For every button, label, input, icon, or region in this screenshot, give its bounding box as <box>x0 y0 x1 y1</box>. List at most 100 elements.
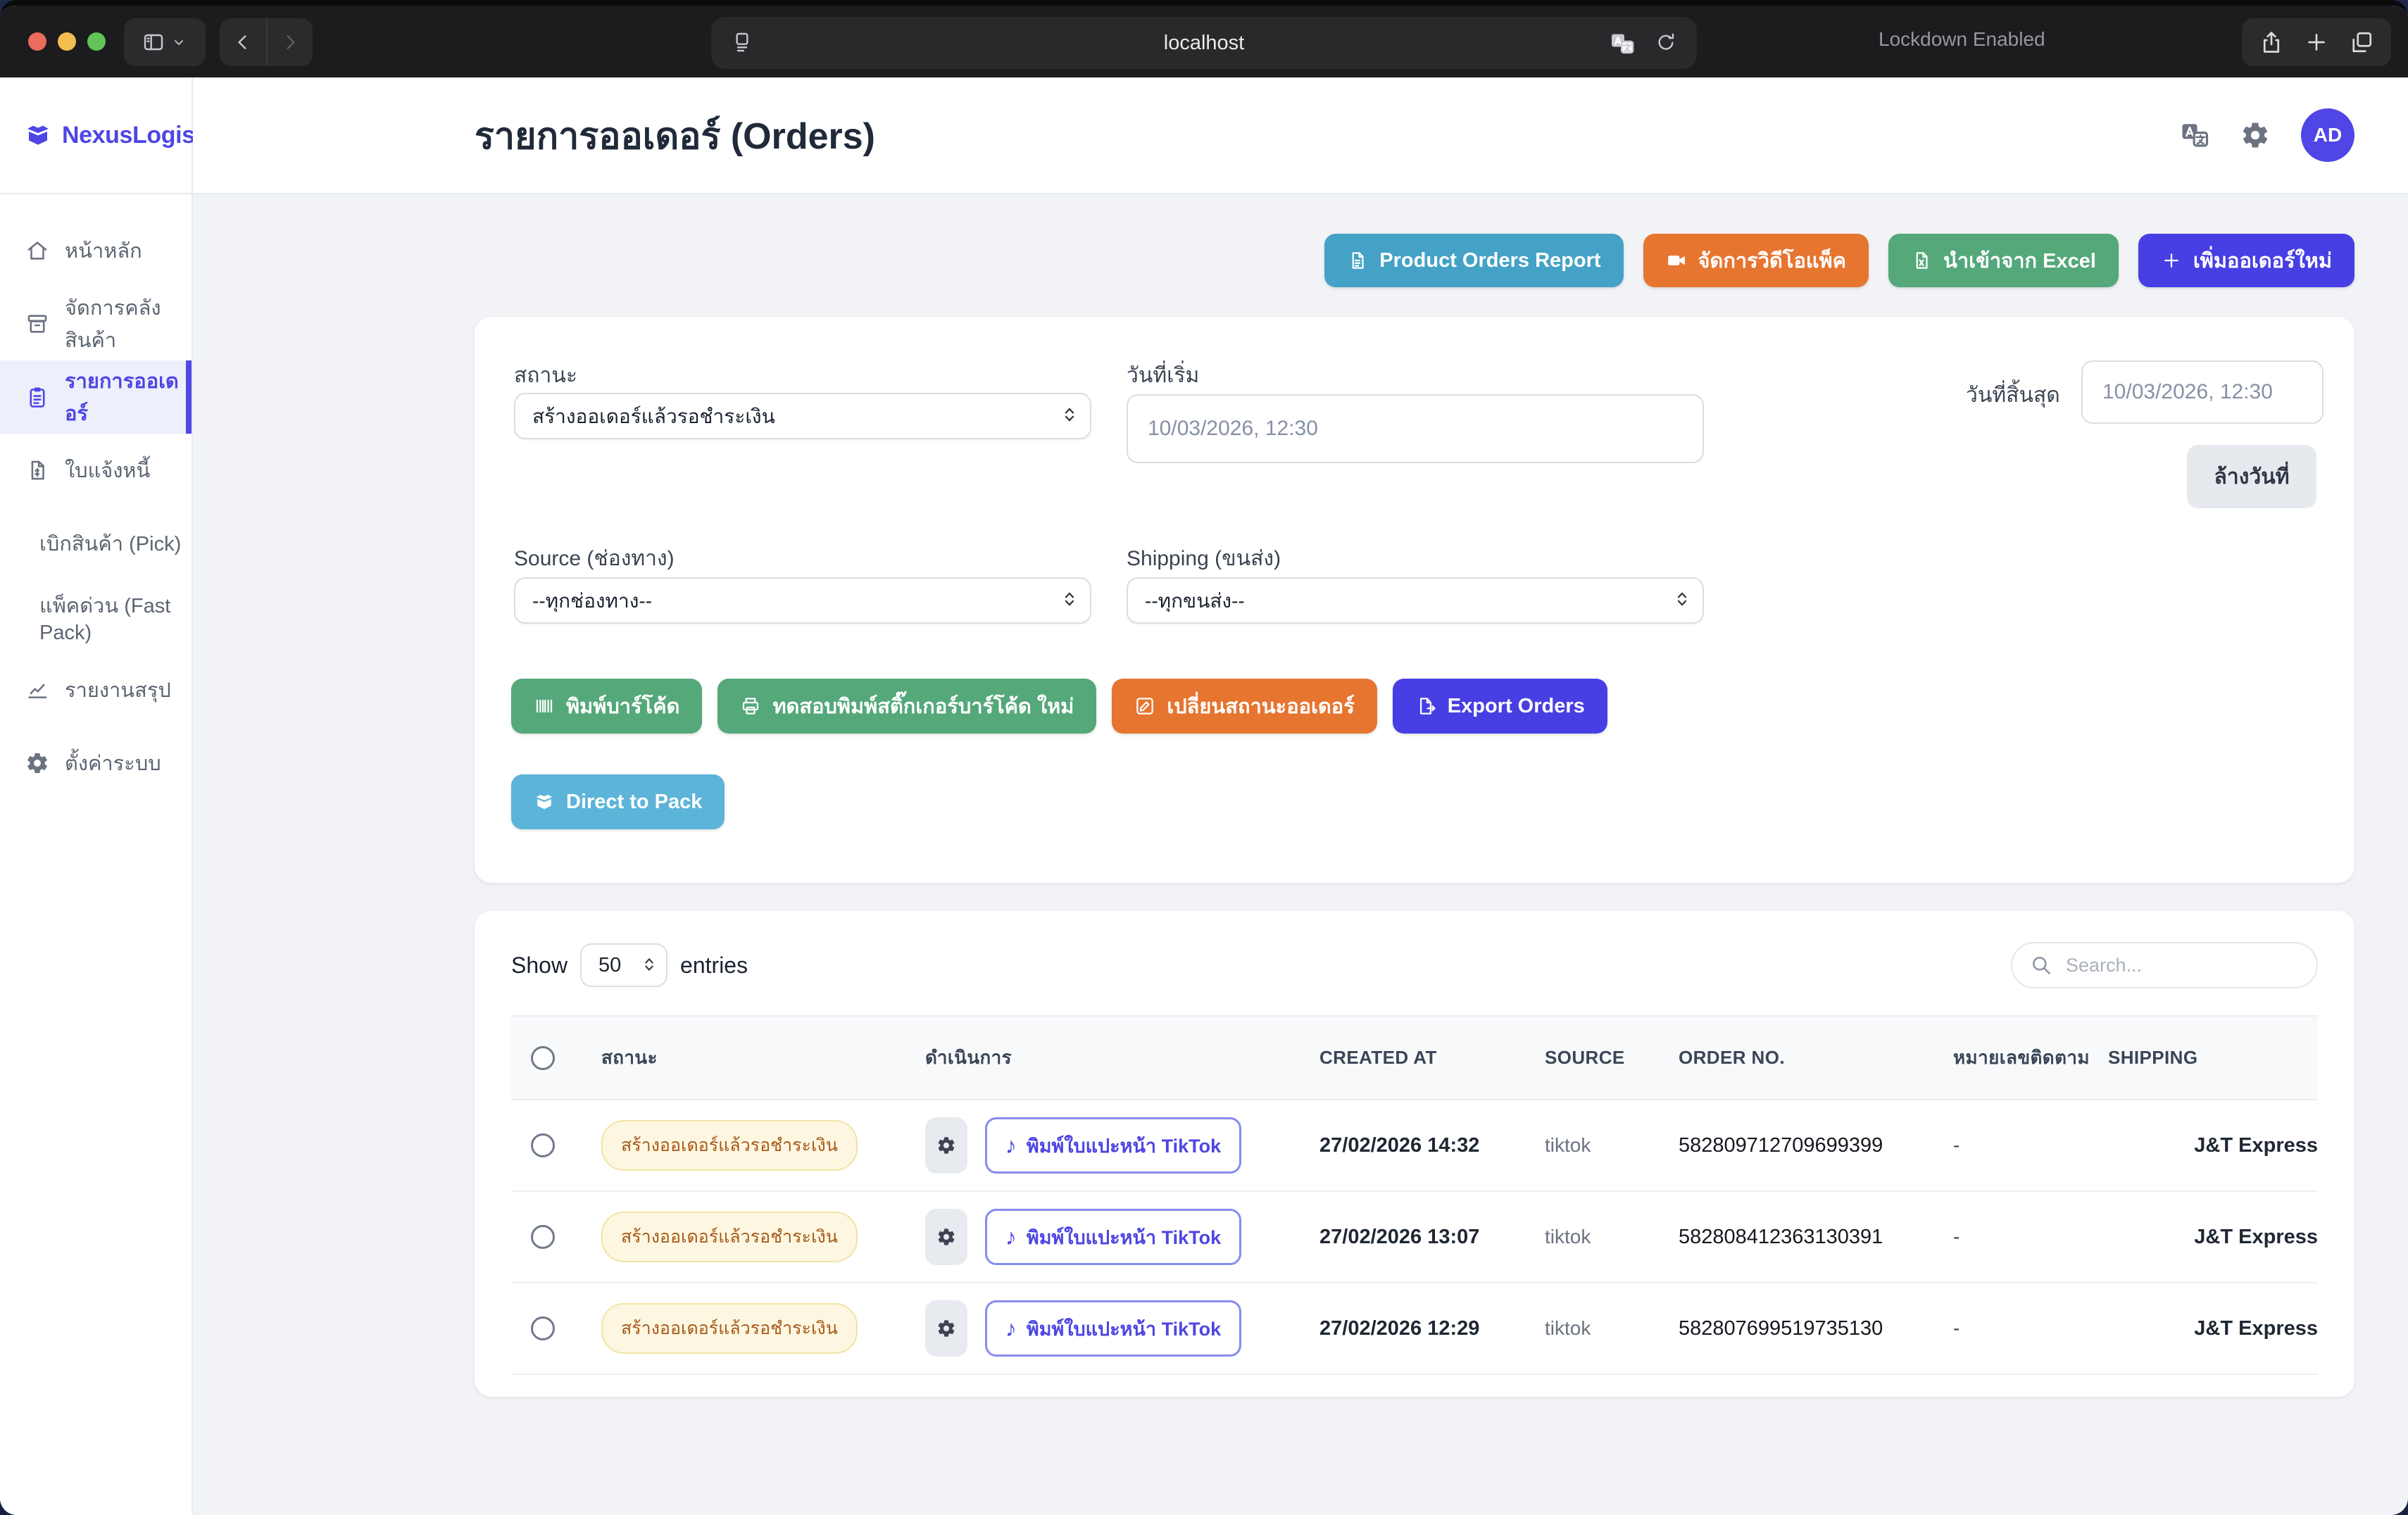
sidebar-item-invoices[interactable]: ใบแจ้งหนี้ <box>0 434 192 507</box>
import-excel-button[interactable]: นำเข้าจาก Excel <box>1888 234 2119 287</box>
gear-icon <box>936 1136 956 1155</box>
print-tiktok-label-button[interactable]: ♪ พิมพ์ใบแปะหน้า TikTok <box>985 1117 1241 1174</box>
forward-button[interactable] <box>266 18 313 66</box>
status-badge: สร้างออเดอร์แล้วรอชำระเงิน <box>601 1303 858 1354</box>
sidebar-item-reports[interactable]: รายงานสรุป <box>0 653 192 727</box>
status-filter-select[interactable]: สร้างออเดอร์แล้วรอชำระเงิน <box>514 393 1091 439</box>
sidebar-item-settings[interactable]: ตั้งค่าระบบ <box>0 727 192 800</box>
sidebar-item-orders[interactable]: รายการออเดอร์ <box>0 360 192 434</box>
excel-file-icon <box>1911 250 1932 271</box>
col-actions: ดำเนินการ <box>905 1016 1300 1100</box>
clear-dates-button[interactable]: ล้างวันที่ <box>2187 445 2316 508</box>
address-bar[interactable]: localhost <box>711 17 1697 69</box>
tracking-cell: - <box>1933 1100 2088 1191</box>
sidebar-toggle-button[interactable] <box>124 18 206 66</box>
page-title: รายการออเดอร์ (Orders) <box>475 106 2180 165</box>
tracking-cell: - <box>1933 1283 2088 1374</box>
chevron-down-icon <box>170 34 187 51</box>
shipping-cell: J&T Express <box>2088 1283 2318 1374</box>
source-cell: tiktok <box>1525 1283 1659 1374</box>
manage-video-pack-button[interactable]: จัดการวิดีโอแพ็ค <box>1643 234 1869 287</box>
sidebar-item-pick[interactable]: เบิกสินค้า (Pick) <box>0 507 192 580</box>
table-row: สร้างออเดอร์แล้วรอชำระเงิน ♪ พิมพ์ใบแปะห… <box>511 1100 2318 1191</box>
row-settings-button[interactable] <box>925 1209 967 1265</box>
source-filter-select[interactable]: --ทุกช่องทาง-- <box>514 577 1091 624</box>
edit-icon <box>1134 696 1155 717</box>
url-text: localhost <box>711 32 1697 55</box>
boxes-icon <box>25 312 49 336</box>
minimize-window-button[interactable] <box>58 32 76 51</box>
sidebar-item-label: แพ็คด่วน (Fast Pack) <box>39 589 192 645</box>
gear-icon <box>936 1319 956 1338</box>
order-no-cell: 582807699519735130 <box>1659 1283 1933 1374</box>
shipping-filter-label: Shipping (ขนส่ง) <box>1127 542 1281 575</box>
forward-icon <box>279 31 301 54</box>
new-tab-icon[interactable] <box>2304 30 2329 55</box>
end-date-input[interactable]: 10/03/2026, 12:30 <box>2081 360 2324 424</box>
row-settings-button[interactable] <box>925 1117 967 1174</box>
show-label: Show <box>511 953 567 979</box>
select-all-checkbox[interactable] <box>531 1046 555 1070</box>
barcode-icon <box>534 696 555 717</box>
page-size-select[interactable]: 50 <box>580 943 667 987</box>
test-print-sticker-button[interactable]: ทดสอบพิมพ์สติ๊กเกอร์บาร์โค้ด ใหม่ <box>717 679 1096 734</box>
avatar[interactable]: AD <box>2301 108 2354 162</box>
back-button[interactable] <box>220 18 266 66</box>
direct-to-pack-button[interactable]: Direct to Pack <box>511 774 725 829</box>
order-no-cell: 582808412363130391 <box>1659 1191 1933 1283</box>
sidebar-item-inventory[interactable]: จัดการคลังสินค้า <box>0 287 192 360</box>
start-date-input[interactable]: 10/03/2026, 12:30 <box>1127 394 1704 463</box>
sidebar-item-label: เบิกสินค้า (Pick) <box>39 527 181 560</box>
zoom-window-button[interactable] <box>87 32 106 51</box>
toolbar-actions <box>2242 18 2391 66</box>
bulk-actions: พิมพ์บาร์โค้ด ทดสอบพิมพ์สติ๊กเกอร์บาร์โค… <box>511 679 1607 734</box>
change-order-status-button[interactable]: เปลี่ยนสถานะออเดอร์ <box>1112 679 1377 734</box>
shipping-filter-select[interactable]: --ทุกขนส่ง-- <box>1127 577 1704 624</box>
report-file-icon <box>1347 250 1368 271</box>
print-tiktok-label-button[interactable]: ♪ พิมพ์ใบแปะหน้า TikTok <box>985 1209 1241 1265</box>
language-toggle-icon[interactable] <box>2180 120 2209 150</box>
page-toolbar: Product Orders Report จัดการวิดีโอแพ็ค น… <box>475 234 2354 287</box>
status-filter-label: สถานะ <box>514 359 577 392</box>
col-tracking: หมายเลขติดตาม <box>1933 1016 2088 1100</box>
brand-box-icon <box>24 121 52 149</box>
row-checkbox[interactable] <box>531 1133 555 1157</box>
sidebar-item-label: ใบแจ้งหนี้ <box>65 454 150 486</box>
printer-icon <box>740 696 761 717</box>
row-checkbox[interactable] <box>531 1316 555 1340</box>
sidebar-icon <box>142 31 165 54</box>
brand[interactable]: NexusLogistics <box>0 77 192 194</box>
browser-titlebar: localhost Lockdown Enabled <box>0 6 2408 77</box>
box-open-icon <box>534 791 555 812</box>
sidebar-item-home[interactable]: หน้าหลัก <box>0 214 192 287</box>
sidebar-item-label: จัดการคลังสินค้า <box>65 291 192 356</box>
row-settings-button[interactable] <box>925 1300 967 1357</box>
sidebar-item-label: หน้าหลัก <box>65 234 142 267</box>
product-orders-report-button[interactable]: Product Orders Report <box>1324 234 1623 287</box>
print-barcode-button[interactable]: พิมพ์บาร์โค้ด <box>511 679 702 734</box>
export-icon <box>1415 696 1436 717</box>
reload-icon[interactable] <box>1655 31 1677 54</box>
print-tiktok-label-button[interactable]: ♪ พิมพ์ใบแปะหน้า TikTok <box>985 1300 1241 1357</box>
page-header: รายการออเดอร์ (Orders) AD <box>193 77 2408 194</box>
row-checkbox[interactable] <box>531 1225 555 1249</box>
add-order-button[interactable]: เพิ่มออเดอร์ใหม่ <box>2138 234 2354 287</box>
tab-overview-icon[interactable] <box>2349 30 2374 55</box>
close-window-button[interactable] <box>28 32 46 51</box>
translate-icon[interactable] <box>1610 31 1635 56</box>
sidebar-nav: หน้าหลัก จัดการคลังสินค้า รายการออเดอร์ … <box>0 214 192 800</box>
entries-label: entries <box>680 953 748 979</box>
browser-window: localhost Lockdown Enabled NexusLogistic… <box>0 0 2408 1515</box>
music-note-icon: ♪ <box>1005 1317 1017 1340</box>
table-search <box>2011 942 2318 988</box>
sidebar-item-fastpack[interactable]: แพ็คด่วน (Fast Pack) <box>0 580 192 653</box>
table-row: สร้างออเดอร์แล้วรอชำระเงิน ♪ พิมพ์ใบแปะห… <box>511 1283 2318 1374</box>
gear-icon <box>936 1227 956 1247</box>
export-orders-button[interactable]: Export Orders <box>1393 679 1607 734</box>
search-input[interactable] <box>2011 942 2318 988</box>
settings-gear-icon[interactable] <box>2240 120 2270 150</box>
orders-table: สถานะ ดำเนินการ CREATED AT SOURCE ORDER … <box>511 1015 2318 1375</box>
share-icon[interactable] <box>2259 30 2284 55</box>
orders-page: Product Orders Report จัดการวิดีโอแพ็ค น… <box>193 194 2408 1515</box>
music-note-icon: ♪ <box>1005 1226 1017 1248</box>
